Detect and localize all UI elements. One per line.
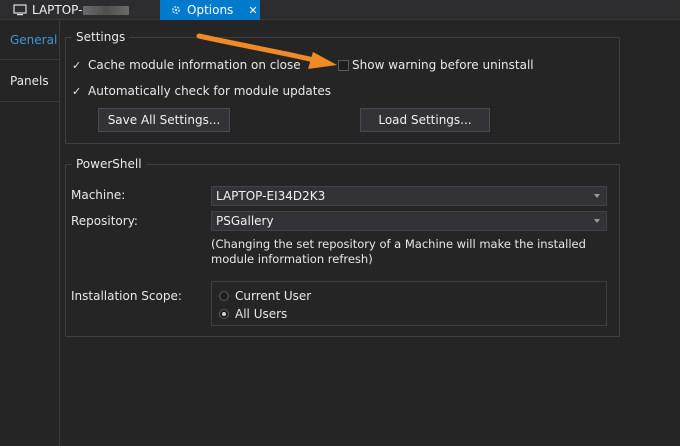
tab-laptop-label: LAPTOP-: [32, 3, 83, 17]
sidebar-item-label: General: [10, 32, 58, 47]
repository-label: Repository:: [71, 214, 138, 228]
show-warning-label: Show warning before uninstall: [352, 58, 534, 72]
save-all-settings-button[interactable]: Save All Settings...: [98, 108, 230, 132]
auto-check-updates-label: Automatically check for module updates: [88, 84, 332, 98]
sidebar-item-general[interactable]: General: [0, 20, 59, 60]
tab-bar: LAPTOP- Options ✕: [0, 0, 680, 20]
tab-options[interactable]: Options ✕: [160, 0, 260, 20]
auto-check-updates-checkbox[interactable]: ✓ Automatically check for module updates: [72, 84, 331, 98]
repository-value: PSGallery: [216, 214, 274, 228]
checkmark-icon: ✓: [72, 58, 82, 72]
repository-select[interactable]: PSGallery: [211, 211, 607, 231]
scope-option-label: All Users: [235, 307, 288, 321]
annotation-arrow-icon: [196, 33, 337, 69]
installation-scope-label: Installation Scope:: [71, 289, 182, 303]
tab-options-label: Options: [187, 3, 234, 17]
sidebar-item-label: Panels: [10, 73, 49, 88]
sidebar: General Panels: [0, 20, 60, 446]
repository-note: (Changing the set repository of a Machin…: [211, 237, 586, 266]
chevron-down-icon: [594, 194, 600, 198]
machine-label: Machine:: [71, 188, 126, 202]
computer-icon: [13, 4, 27, 16]
installation-scope-group: Current User All Users: [211, 281, 607, 326]
radio-on-icon: [219, 309, 229, 319]
chevron-down-icon: [594, 219, 600, 223]
options-gear-icon: [172, 6, 180, 14]
settings-group-title: Settings: [72, 30, 130, 44]
scope-current-user-radio[interactable]: Current User: [219, 289, 311, 303]
sidebar-item-panels[interactable]: Panels: [0, 60, 59, 102]
redacted-hostname: [83, 5, 130, 15]
machine-select[interactable]: LAPTOP-EI34D2K3: [211, 186, 607, 206]
checkmark-icon: ✓: [72, 84, 82, 98]
powershell-group-title: PowerShell: [72, 157, 146, 171]
machine-value: LAPTOP-EI34D2K3: [216, 189, 326, 203]
close-icon[interactable]: ✕: [248, 4, 257, 17]
radio-off-icon: [219, 291, 229, 301]
tab-laptop[interactable]: LAPTOP-: [0, 0, 158, 20]
load-settings-button[interactable]: Load Settings...: [360, 108, 490, 132]
show-warning-checkbox[interactable]: Show warning before uninstall: [338, 58, 534, 72]
scope-all-users-radio[interactable]: All Users: [219, 307, 287, 321]
scope-option-label: Current User: [235, 289, 312, 303]
